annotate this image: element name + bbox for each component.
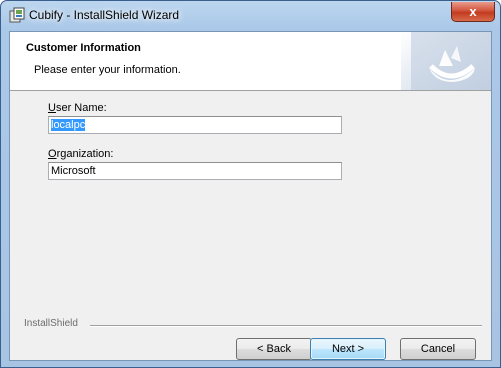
user-name-value: localpc	[51, 119, 86, 131]
installshield-brand-label: InstallShield	[24, 318, 78, 329]
organization-field[interactable]: Microsoft	[48, 162, 342, 180]
page-title: Customer Information	[26, 42, 141, 54]
user-name-access-key: U	[48, 102, 56, 114]
organization-value: Microsoft	[51, 165, 96, 177]
title-bar[interactable]: Cubify - InstallShield Wizard x	[1, 1, 500, 31]
wizard-header: Customer Information Please enter your i…	[10, 32, 491, 91]
installer-window: Cubify - InstallShield Wizard x Customer…	[0, 0, 501, 368]
brand-divider: InstallShield	[24, 318, 482, 330]
user-name-label: User Name:	[48, 102, 107, 114]
close-button[interactable]: x	[451, 2, 495, 22]
footer-divider-line	[90, 325, 482, 327]
cancel-button[interactable]: Cancel	[400, 338, 476, 360]
next-button[interactable]: Next >	[310, 338, 386, 360]
organization-label: Organization:	[48, 148, 113, 160]
user-name-field[interactable]: localpc	[48, 116, 342, 134]
user-name-label-text: ser Name:	[55, 102, 107, 114]
wizard-client-area: Customer Information Please enter your i…	[9, 31, 492, 361]
installshield-logo	[401, 32, 491, 90]
installer-app-icon	[9, 7, 25, 23]
organization-label-text: rganization:	[56, 148, 114, 160]
window-title: Cubify - InstallShield Wizard	[29, 8, 180, 22]
close-icon: x	[469, 4, 477, 19]
back-button[interactable]: < Back	[236, 338, 312, 360]
organization-access-key: O	[48, 148, 57, 160]
page-subtitle: Please enter your information.	[34, 64, 181, 76]
